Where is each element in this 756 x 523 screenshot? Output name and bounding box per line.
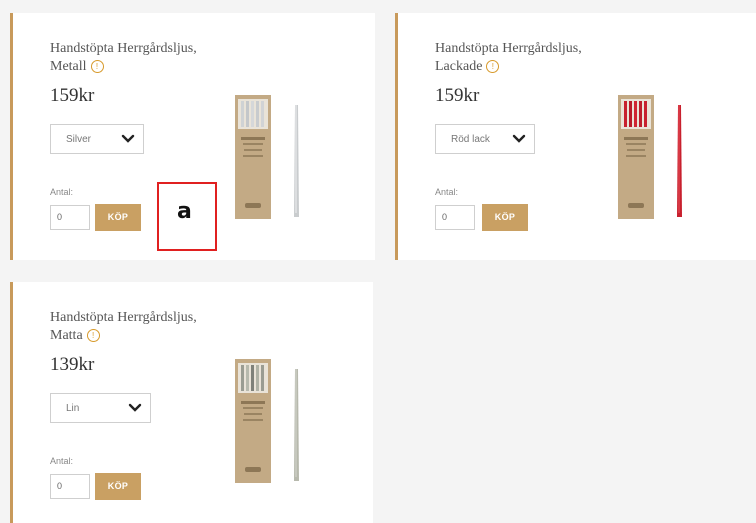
quantity-label: Antal:: [435, 187, 459, 197]
chevron-down-icon: [128, 403, 142, 412]
info-icon[interactable]: !: [86, 329, 100, 342]
variant-select[interactable]: Röd lack: [435, 124, 535, 154]
variant-select[interactable]: Silver: [50, 124, 144, 154]
chevron-down-icon: [121, 134, 135, 143]
chevron-down-icon: [512, 134, 526, 143]
quantity-label: Antal:: [50, 187, 74, 197]
product-image[interactable]: [235, 93, 325, 223]
variant-select[interactable]: Lin: [50, 393, 151, 423]
product-image[interactable]: [235, 357, 325, 487]
buy-button[interactable]: KÖP: [95, 473, 141, 500]
variant-select-value: Lin: [66, 403, 80, 414]
buy-button[interactable]: KÖP: [95, 204, 141, 231]
variant-select-value: Röd lack: [451, 134, 490, 145]
quantity-label: Antal:: [50, 456, 74, 466]
product-title[interactable]: Handstöpta Herrgårdsljus, Lackade!: [435, 40, 635, 76]
variant-select-value: Silver: [66, 134, 92, 145]
quantity-input[interactable]: 0: [435, 205, 475, 230]
product-price: 159kr: [50, 85, 95, 106]
product-title-line1[interactable]: Handstöpta Herrgårdsljus,: [435, 41, 582, 56]
product-title-line1[interactable]: Handstöpta Herrgårdsljus,: [50, 41, 197, 56]
product-image[interactable]: [618, 93, 708, 223]
product-title[interactable]: Handstöpta Herrgårdsljus, Matta!: [50, 309, 250, 345]
product-title[interactable]: Handstöpta Herrgårdsljus, Metall!: [50, 40, 250, 76]
product-title-line2[interactable]: Lackade: [435, 59, 482, 74]
buy-button[interactable]: KÖP: [482, 204, 528, 231]
product-title-line2[interactable]: Matta: [50, 328, 83, 343]
info-icon[interactable]: !: [90, 60, 104, 73]
product-price: 159kr: [435, 85, 480, 106]
quantity-input[interactable]: 0: [50, 474, 90, 499]
quantity-input[interactable]: 0: [50, 205, 90, 230]
info-icon[interactable]: !: [486, 60, 500, 73]
annotation-marker-label: a: [177, 199, 192, 224]
annotation-marker: a: [157, 182, 217, 251]
product-card: Handstöpta Herrgårdsljus, Lackade! 159kr…: [395, 13, 756, 260]
product-card: Handstöpta Herrgårdsljus, Matta! 139kr L…: [10, 282, 373, 523]
product-title-line2[interactable]: Metall: [50, 59, 87, 74]
product-title-line1[interactable]: Handstöpta Herrgårdsljus,: [50, 310, 197, 325]
product-price: 139kr: [50, 354, 95, 375]
